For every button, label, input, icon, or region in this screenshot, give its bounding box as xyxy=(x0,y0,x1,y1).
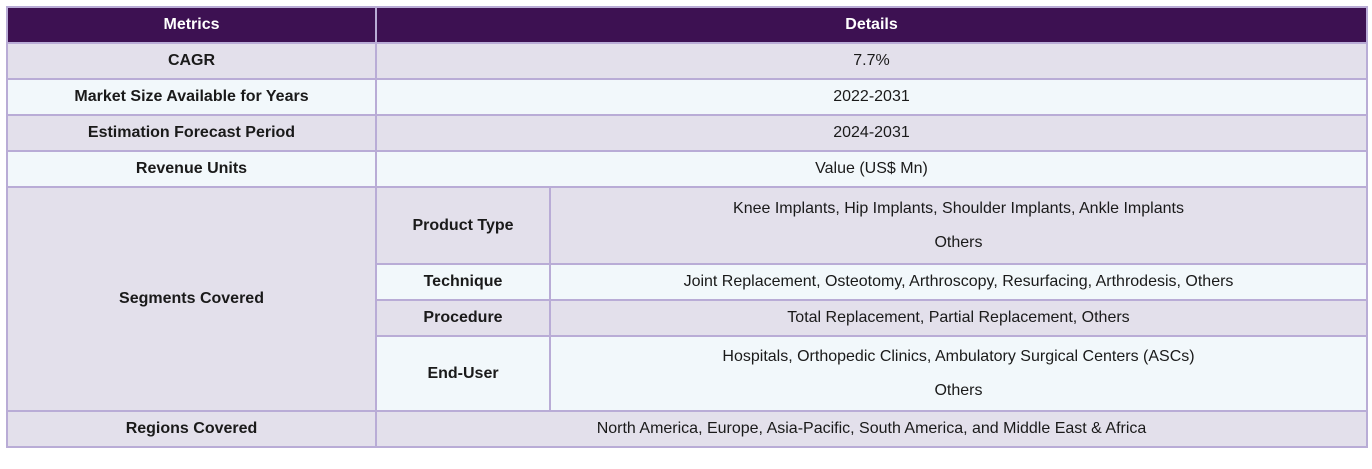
metric-label-market-size: Market Size Available for Years xyxy=(6,78,377,116)
table-header-row: Metrics Details xyxy=(6,6,1368,44)
metric-value-regions: North America, Europe, Asia-Pacific, Sou… xyxy=(375,410,1368,448)
metric-value-cagr: 7.7% xyxy=(375,42,1368,80)
table-row-forecast: Estimation Forecast Period 2024-2031 xyxy=(6,114,1368,152)
metric-value-revenue: Value (US$ Mn) xyxy=(375,150,1368,188)
segment-label-procedure: Procedure xyxy=(375,299,551,337)
segment-value-product-type: Knee Implants, Hip Implants, Shoulder Im… xyxy=(549,186,1368,265)
metrics-table-container: Metrics Details CAGR 7.7% Market Size Av… xyxy=(6,6,1368,448)
metric-label-regions: Regions Covered xyxy=(6,410,377,448)
metric-label-revenue: Revenue Units xyxy=(6,150,377,188)
segment-value-end-user-line2: Others xyxy=(934,381,983,399)
table-row-market-size: Market Size Available for Years 2022-203… xyxy=(6,78,1368,116)
segment-value-technique: Joint Replacement, Osteotomy, Arthroscop… xyxy=(549,263,1368,301)
segment-value-product-type-line2: Others xyxy=(934,233,983,251)
segment-value-end-user-line1: Hospitals, Orthopedic Clinics, Ambulator… xyxy=(722,347,1195,365)
metrics-table: Metrics Details CAGR 7.7% Market Size Av… xyxy=(6,6,1368,448)
metric-value-forecast: 2024-2031 xyxy=(375,114,1368,152)
header-metrics: Metrics xyxy=(6,6,377,44)
metric-label-cagr: CAGR xyxy=(6,42,377,80)
table-row-revenue: Revenue Units Value (US$ Mn) xyxy=(6,150,1368,188)
table-row-cagr: CAGR 7.7% xyxy=(6,42,1368,80)
table-row-regions: Regions Covered North America, Europe, A… xyxy=(6,410,1368,448)
segment-value-end-user: Hospitals, Orthopedic Clinics, Ambulator… xyxy=(549,335,1368,412)
metric-value-market-size: 2022-2031 xyxy=(375,78,1368,116)
metric-label-segments: Segments Covered xyxy=(6,186,377,412)
segment-label-end-user: End-User xyxy=(375,335,551,412)
segment-value-procedure: Total Replacement, Partial Replacement, … xyxy=(549,299,1368,337)
table-row-product-type: Segments Covered Product Type Knee Impla… xyxy=(6,186,1368,412)
metric-label-forecast: Estimation Forecast Period xyxy=(6,114,377,152)
segment-label-technique: Technique xyxy=(375,263,551,301)
header-details: Details xyxy=(375,6,1368,44)
segment-label-product-type: Product Type xyxy=(375,186,551,265)
segment-value-product-type-line1: Knee Implants, Hip Implants, Shoulder Im… xyxy=(733,199,1184,217)
